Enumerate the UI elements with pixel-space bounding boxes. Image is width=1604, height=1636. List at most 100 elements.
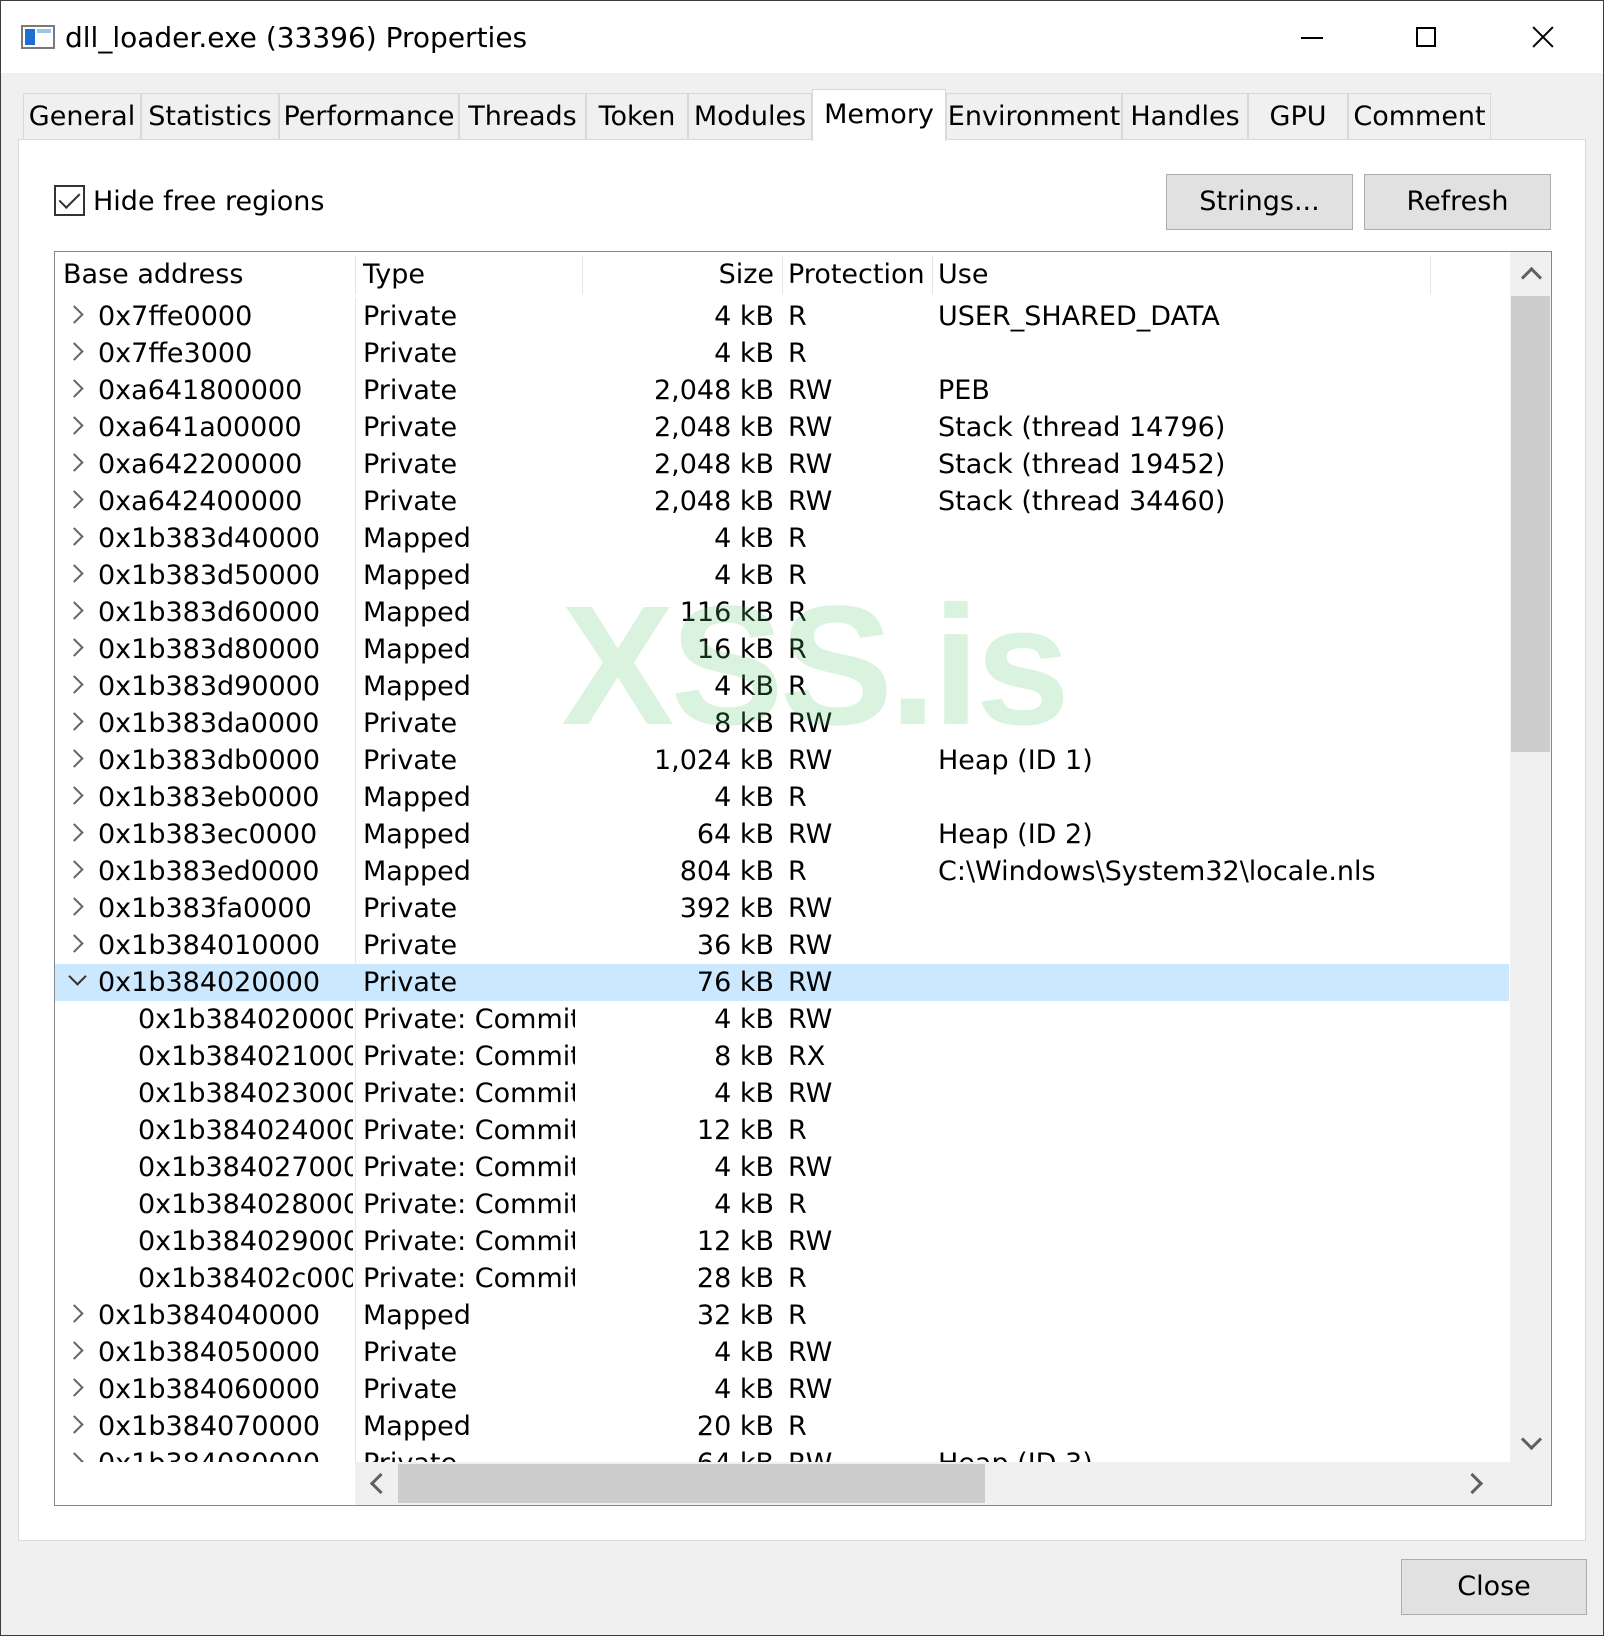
table-row[interactable]: 0x1b383eb0000 Mapped 4 kB R	[55, 779, 1509, 816]
tab-handles[interactable]: Handles	[1122, 93, 1248, 139]
tab-gpu[interactable]: GPU	[1248, 93, 1348, 139]
column-divider[interactable]	[355, 256, 356, 294]
memory-regions-list[interactable]: Base address Type Size Protection Use 0x…	[54, 251, 1552, 1506]
tab-performance[interactable]: Performance	[279, 93, 459, 139]
table-row[interactable]: 0x1b384070000 Mapped 20 kB R	[55, 1408, 1509, 1445]
vertical-scroll-thumb[interactable]	[1511, 296, 1550, 752]
table-row[interactable]: 0x1b383ec0000 Mapped 64 kB RW Heap (ID 2)	[55, 816, 1509, 853]
chevron-right-icon[interactable]	[65, 712, 84, 731]
tab-modules[interactable]: Modules	[688, 93, 812, 139]
table-row[interactable]: 0xa642400000 Private 2,048 kB RW Stack (thre…	[55, 483, 1509, 520]
chevron-right-icon[interactable]	[65, 342, 84, 361]
column-header-base-address[interactable]: Base address	[63, 252, 353, 298]
tab-threads[interactable]: Threads	[459, 93, 586, 139]
table-row[interactable]: 0x7ffe0000 Private 4 kB R USER_SHARED_DATA	[55, 298, 1509, 335]
chevron-right-icon[interactable]	[65, 601, 84, 620]
table-row[interactable]: 0x1b384060000 Private 4 kB RW	[55, 1371, 1509, 1408]
hide-free-regions-label[interactable]: Hide free regions	[93, 184, 324, 220]
table-row[interactable]: 0x1b384024000 Private: Commit 12 kB R	[55, 1112, 1509, 1149]
table-row[interactable]: 0x1b383d60000 Mapped 116 kB R	[55, 594, 1509, 631]
table-row[interactable]: 0xa641800000 Private 2,048 kB RW PEB	[55, 372, 1509, 409]
column-header-size[interactable]: Size	[583, 252, 774, 298]
horizontal-scroll-thumb[interactable]	[398, 1464, 985, 1503]
app-window-icon[interactable]	[21, 25, 55, 49]
column-header-protection[interactable]: Protection	[788, 252, 938, 298]
strings-button[interactable]: Strings...	[1166, 174, 1353, 230]
chevron-right-icon[interactable]	[65, 1341, 84, 1360]
table-row[interactable]: 0x1b384020000 Private: Commit 4 kB RW	[55, 1001, 1509, 1038]
maximize-icon[interactable]	[1372, 1, 1482, 73]
chevron-right-icon[interactable]	[65, 527, 84, 546]
table-row[interactable]: 0x1b384023000 Private: Commit 4 kB RW	[55, 1075, 1509, 1112]
chevron-right-icon[interactable]	[65, 786, 84, 805]
scroll-down-icon[interactable]	[1520, 1428, 1543, 1451]
refresh-button[interactable]: Refresh	[1364, 174, 1551, 230]
close-window-icon[interactable]	[1489, 1, 1599, 73]
chevron-right-icon[interactable]	[65, 1378, 84, 1397]
tab-comment[interactable]: Comment	[1348, 93, 1491, 139]
table-row[interactable]: 0x1b383fa0000 Private 392 kB RW	[55, 890, 1509, 927]
cell-size: 76 kB	[696, 967, 774, 998]
chevron-right-icon[interactable]	[65, 490, 84, 509]
table-row[interactable]: 0x1b383db0000 Private 1,024 kB RW Heap (ID 1…	[55, 742, 1509, 779]
chevron-right-icon[interactable]	[65, 305, 84, 324]
chevron-right-icon[interactable]	[65, 379, 84, 398]
scroll-left-icon[interactable]	[369, 1472, 392, 1495]
title-bar[interactable]: dll_loader.exe (33396) Properties	[1, 1, 1603, 73]
hide-free-regions-checkbox[interactable]	[54, 185, 85, 216]
chevron-right-icon[interactable]	[65, 564, 84, 583]
scroll-up-icon[interactable]	[1520, 266, 1543, 289]
table-row[interactable]: 0x1b383ed0000 Mapped 804 kB R C:\Windows\Sys…	[55, 853, 1509, 890]
tab-general[interactable]: General	[23, 93, 141, 139]
table-row[interactable]: 0x1b384080000 Private 64 kB RW Heap (ID 3)	[55, 1445, 1509, 1462]
table-row[interactable]: 0xa641a00000 Private 2,048 kB RW Stack (thre…	[55, 409, 1509, 446]
table-row[interactable]: 0x1b384040000 Mapped 32 kB R	[55, 1297, 1509, 1334]
column-header-use[interactable]: Use	[938, 252, 1438, 298]
vertical-scrollbar[interactable]	[1510, 252, 1551, 1462]
cell-size: 392 kB	[679, 893, 774, 924]
table-row[interactable]: 0x1b384021000 Private: Commit 8 kB RX	[55, 1038, 1509, 1075]
table-row[interactable]: 0x1b383d50000 Mapped 4 kB R	[55, 557, 1509, 594]
column-divider[interactable]	[1430, 256, 1431, 294]
chevron-right-icon[interactable]	[65, 1304, 84, 1323]
chevron-right-icon[interactable]	[65, 934, 84, 953]
table-row[interactable]: 0x1b383d40000 Mapped 4 kB R	[55, 520, 1509, 557]
tab-statistics[interactable]: Statistics	[141, 93, 279, 139]
column-divider[interactable]	[932, 256, 933, 294]
table-row[interactable]: 0x1b383d80000 Mapped 16 kB R	[55, 631, 1509, 668]
chevron-right-icon[interactable]	[65, 749, 84, 768]
table-row[interactable]: 0x1b384029000 Private: Commit 12 kB RW	[55, 1223, 1509, 1260]
horizontal-scrollbar[interactable]	[355, 1462, 1510, 1505]
tab-environment[interactable]: Environment	[946, 93, 1122, 139]
close-button[interactable]: Close	[1401, 1559, 1587, 1615]
table-row[interactable]: 0x1b384027000 Private: Commit 4 kB RW	[55, 1149, 1509, 1186]
tab-token[interactable]: Token	[586, 93, 688, 139]
minimize-icon[interactable]	[1257, 1, 1367, 73]
column-header-type[interactable]: Type	[363, 252, 573, 298]
chevron-right-icon[interactable]	[65, 860, 84, 879]
table-row[interactable]: 0x1b384028000 Private: Commit 4 kB R	[55, 1186, 1509, 1223]
chevron-right-icon[interactable]	[65, 675, 84, 694]
chevron-right-icon[interactable]	[65, 1452, 84, 1462]
column-divider[interactable]	[782, 256, 783, 294]
table-row[interactable]: 0x1b383d90000 Mapped 4 kB R	[55, 668, 1509, 705]
cell-use	[938, 335, 1498, 372]
chevron-right-icon[interactable]	[65, 416, 84, 435]
chevron-right-icon[interactable]	[65, 638, 84, 657]
tab-memory[interactable]: Memory	[812, 89, 946, 141]
chevron-right-icon[interactable]	[65, 453, 84, 472]
table-row[interactable]: 0x1b38402c000 Private: Commit 28 kB R	[55, 1260, 1509, 1297]
table-row[interactable]: 0x1b384050000 Private 4 kB RW	[55, 1334, 1509, 1371]
chevron-down-icon[interactable]	[68, 967, 87, 986]
list-header: Base address Type Size Protection Use	[55, 252, 1509, 298]
table-row[interactable]: 0x1b383da0000 Private 8 kB RW	[55, 705, 1509, 742]
chevron-right-icon[interactable]	[65, 897, 84, 916]
table-row[interactable]: 0x1b384020000 Private 76 kB RW	[55, 964, 1509, 1001]
table-row[interactable]: 0x7ffe3000 Private 4 kB R	[55, 335, 1509, 372]
chevron-right-icon[interactable]	[65, 1415, 84, 1434]
table-row[interactable]: 0x1b384010000 Private 36 kB RW	[55, 927, 1509, 964]
table-row[interactable]: 0xa642200000 Private 2,048 kB RW Stack (thre…	[55, 446, 1509, 483]
cell-size: 2,048 kB	[653, 412, 774, 443]
chevron-right-icon[interactable]	[65, 823, 84, 842]
scroll-right-icon[interactable]	[1461, 1472, 1484, 1495]
